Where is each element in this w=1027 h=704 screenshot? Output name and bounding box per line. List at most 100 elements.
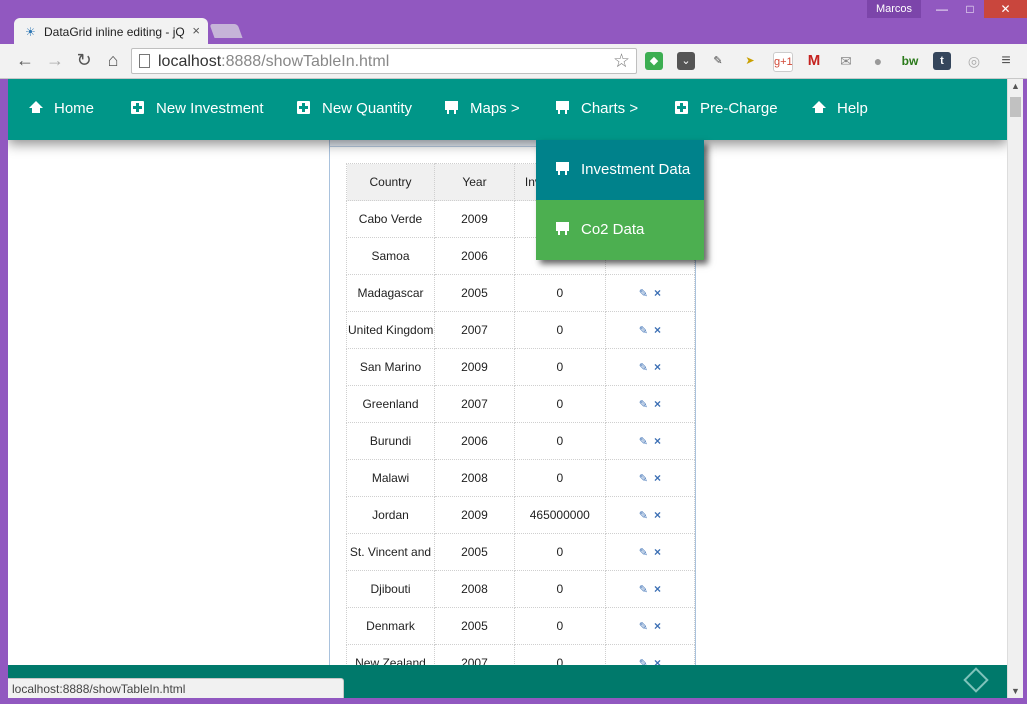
cell-country[interactable]: United Kingdom (346, 311, 435, 349)
dropdown-investment-data[interactable]: Investment Data (536, 140, 704, 200)
menu-icon[interactable]: ≡ (997, 52, 1015, 70)
screenshot-extension-icon[interactable]: ➤ (741, 52, 759, 70)
table-row[interactable]: Greenland 2007 0 ✎ × (346, 385, 696, 423)
delete-x-icon[interactable]: × (654, 360, 661, 374)
back-arrow-icon[interactable]: ← (14, 50, 36, 71)
delete-x-icon[interactable]: × (654, 434, 661, 448)
column-header-year[interactable]: Year (434, 163, 515, 201)
google-plus-extension-icon[interactable]: g+1 (773, 52, 793, 72)
cell-country[interactable]: Malawi (346, 459, 435, 497)
forward-arrow-icon[interactable]: → (44, 50, 66, 71)
delete-x-icon[interactable]: × (654, 545, 661, 559)
steering-extension-icon[interactable]: ◎ (965, 52, 983, 70)
scroll-up-arrow-icon[interactable]: ▲ (1011, 81, 1020, 91)
edit-pencil-icon[interactable]: ✎ (639, 399, 648, 411)
edit-pencil-icon[interactable]: ✎ (639, 510, 648, 522)
cell-investment[interactable]: 465000000 (513, 496, 606, 534)
cell-investment[interactable]: 0 (513, 385, 606, 423)
profile-badge[interactable]: Marcos (867, 0, 921, 18)
cell-country[interactable]: Cabo Verde (346, 200, 435, 238)
scrollbar-thumb[interactable] (1010, 97, 1021, 117)
scroll-down-arrow-icon[interactable]: ▼ (1011, 686, 1020, 696)
evernote-extension-icon[interactable]: ✎ (709, 52, 727, 70)
cell-investment[interactable]: 0 (513, 348, 606, 386)
browser-tab[interactable]: ☀ DataGrid inline editing - jQ × (14, 18, 208, 44)
cell-country[interactable]: San Marino (346, 348, 435, 386)
bookmark-star-icon[interactable]: ☆ (613, 50, 630, 73)
feedly-extension-icon[interactable]: ◆ (645, 52, 663, 70)
nav-new-quantity[interactable]: New Quantity (297, 100, 412, 117)
table-row[interactable]: Madagascar 2005 0 ✎ × (346, 274, 696, 312)
delete-x-icon[interactable]: × (654, 471, 661, 485)
tab-close-icon[interactable]: × (192, 23, 200, 38)
cell-investment[interactable]: 0 (513, 311, 606, 349)
vertical-scrollbar[interactable]: ▲ ▼ (1007, 79, 1023, 698)
nav-charts[interactable]: Charts > (556, 100, 638, 117)
table-row[interactable]: San Marino 2009 0 ✎ × (346, 348, 696, 386)
cell-year[interactable]: 2007 (434, 385, 515, 423)
reload-icon[interactable]: ↻ (73, 50, 95, 71)
address-bar[interactable]: localhost:8888/showTableIn.html ☆ (131, 48, 637, 74)
cell-investment[interactable]: 0 (513, 274, 606, 312)
nav-maps[interactable]: Maps > (445, 100, 520, 117)
edit-pencil-icon[interactable]: ✎ (639, 547, 648, 559)
cell-country[interactable]: Burundi (346, 422, 435, 460)
new-tab-button[interactable] (209, 24, 243, 38)
edit-pencil-icon[interactable]: ✎ (639, 621, 648, 633)
edit-pencil-icon[interactable]: ✎ (639, 288, 648, 300)
table-row[interactable]: United Kingdom 2007 0 ✎ × (346, 311, 696, 349)
table-row[interactable]: Djibouti 2008 0 ✎ × (346, 570, 696, 608)
nav-home[interactable]: Home (29, 100, 94, 117)
delete-x-icon[interactable]: × (654, 397, 661, 411)
maximize-button[interactable]: □ (956, 0, 984, 18)
close-window-button[interactable]: ✕ (984, 0, 1027, 18)
dropdown-co2-data[interactable]: Co2 Data (536, 200, 704, 260)
tumblr-extension-icon[interactable]: t (933, 52, 951, 70)
edit-pencil-icon[interactable]: ✎ (639, 325, 648, 337)
bw-extension-icon[interactable]: bw (901, 52, 919, 70)
edit-pencil-icon[interactable]: ✎ (639, 436, 648, 448)
edit-pencil-icon[interactable]: ✎ (639, 473, 648, 485)
cell-year[interactable]: 2007 (434, 311, 515, 349)
cell-investment[interactable]: 0 (513, 422, 606, 460)
cell-investment[interactable]: 0 (513, 459, 606, 497)
cell-year[interactable]: 2005 (434, 533, 515, 571)
cell-country[interactable]: Greenland (346, 385, 435, 423)
minimize-button[interactable]: — (928, 0, 956, 18)
gmail-extension-icon[interactable]: M (805, 52, 823, 70)
mail-extension-icon[interactable]: ✉ (837, 52, 855, 70)
feedly-footer-icon[interactable] (963, 667, 989, 693)
table-row[interactable]: Denmark 2005 0 ✎ × (346, 607, 696, 645)
nav-pre-charge[interactable]: Pre-Charge (675, 100, 778, 117)
delete-x-icon[interactable]: × (654, 286, 661, 300)
cell-year[interactable]: 2009 (434, 200, 515, 238)
home-browser-icon[interactable]: ⌂ (102, 50, 124, 71)
nav-help[interactable]: Help (812, 100, 868, 117)
cell-investment[interactable]: 0 (513, 533, 606, 571)
cell-year[interactable]: 2005 (434, 607, 515, 645)
table-row[interactable]: Jordan 2009 465000000 ✎ × (346, 496, 696, 534)
cell-year[interactable]: 2006 (434, 422, 515, 460)
cell-year[interactable]: 2008 (434, 570, 515, 608)
cell-country[interactable]: Denmark (346, 607, 435, 645)
delete-x-icon[interactable]: × (654, 508, 661, 522)
cell-year[interactable]: 2008 (434, 459, 515, 497)
cell-country[interactable]: Madagascar (346, 274, 435, 312)
cell-year[interactable]: 2009 (434, 496, 515, 534)
cell-year[interactable]: 2009 (434, 348, 515, 386)
delete-x-icon[interactable]: × (654, 323, 661, 337)
table-row[interactable]: St. Vincent and 2005 0 ✎ × (346, 533, 696, 571)
table-row[interactable]: Burundi 2006 0 ✎ × (346, 422, 696, 460)
column-header-country[interactable]: Country (346, 163, 435, 201)
cell-investment[interactable]: 0 (513, 607, 606, 645)
cell-country[interactable]: Samoa (346, 237, 435, 275)
cell-year[interactable]: 2005 (434, 274, 515, 312)
delete-x-icon[interactable]: × (654, 582, 661, 596)
wikipedia-extension-icon[interactable]: ● (869, 52, 887, 70)
table-row[interactable]: Malawi 2008 0 ✎ × (346, 459, 696, 497)
cell-investment[interactable]: 0 (513, 570, 606, 608)
cell-country[interactable]: Djibouti (346, 570, 435, 608)
edit-pencil-icon[interactable]: ✎ (639, 362, 648, 374)
delete-x-icon[interactable]: × (654, 619, 661, 633)
edit-pencil-icon[interactable]: ✎ (639, 584, 648, 596)
